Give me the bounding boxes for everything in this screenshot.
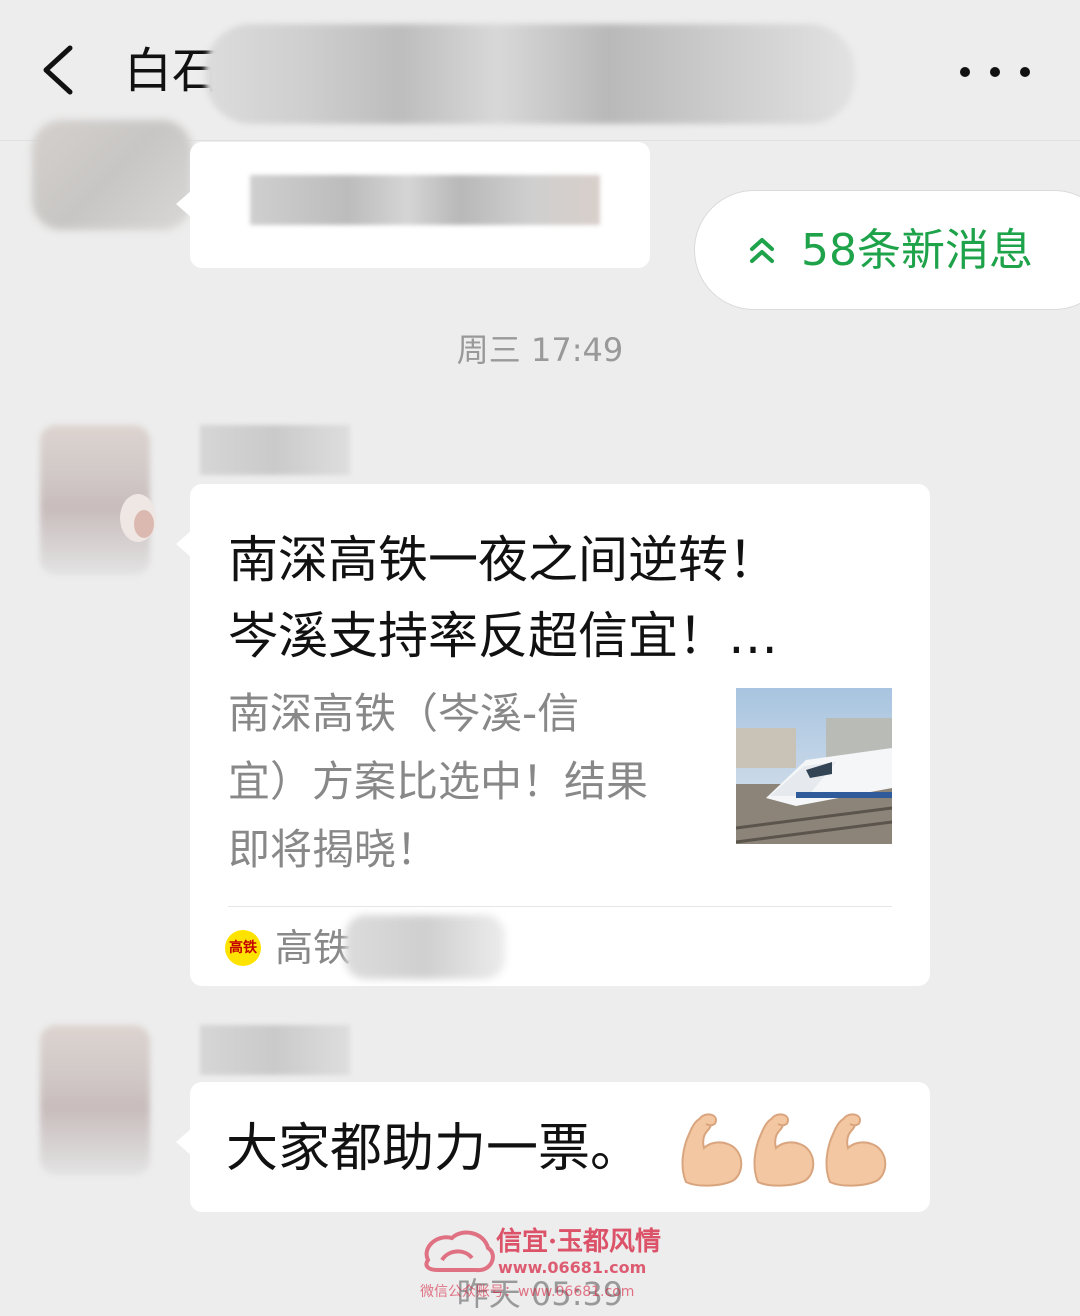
sender-name: [200, 425, 350, 475]
more-dots-icon[interactable]: [960, 60, 1030, 84]
avatar[interactable]: [40, 1025, 150, 1175]
avatar[interactable]: [32, 120, 192, 230]
link-card-title[interactable]: 南深高铁一夜之间逆转！ 岑溪支持率反超信宜！…: [228, 522, 888, 674]
redacted-message: [250, 175, 600, 225]
watermark-name: 信宜·玉都风情: [496, 1227, 662, 1257]
timestamp: 周三 17:49: [456, 331, 624, 369]
source-name[interactable]: 高铁: [275, 924, 351, 972]
link-card-title-line: 岑溪支持率反超信宜！…: [228, 607, 778, 665]
divider: [228, 906, 892, 907]
link-card-desc-line: 南深高铁（岑溪-信: [228, 689, 580, 738]
new-messages-label: 58条新消息: [801, 225, 1033, 276]
double-chevron-up-icon: [750, 238, 774, 263]
watermark-logo-icon: [424, 1230, 495, 1273]
sender-name: [200, 1025, 350, 1075]
redacted-source: [345, 915, 505, 979]
flexed-biceps-icon: [681, 1113, 743, 1187]
redacted-title: [205, 24, 855, 124]
new-messages-button[interactable]: 58条新消息: [694, 190, 1080, 310]
chevron-left-icon[interactable]: [30, 40, 90, 100]
avatar-photo-icon: [120, 494, 156, 542]
message-text: 大家都助力一票。: [226, 1119, 643, 1179]
link-card-desc-line: 即将揭晓！: [228, 825, 439, 874]
watermark-url: www.06681.com: [498, 1258, 647, 1277]
flexed-biceps-icon: [825, 1113, 887, 1187]
link-card-title-line: 南深高铁一夜之间逆转！: [228, 531, 778, 589]
watermark-subtitle: 微信公众账号：www.06681.com: [420, 1284, 635, 1300]
source-logo: 高铁: [225, 930, 261, 966]
train-thumbnail-image: [736, 688, 892, 844]
link-card-desc-line: 宜）方案比选中！结果: [228, 757, 649, 806]
link-card-description: 南深高铁（岑溪-信 宜）方案比选中！结果 即将揭晓！: [228, 680, 708, 884]
flexed-biceps-icon: [753, 1113, 815, 1187]
